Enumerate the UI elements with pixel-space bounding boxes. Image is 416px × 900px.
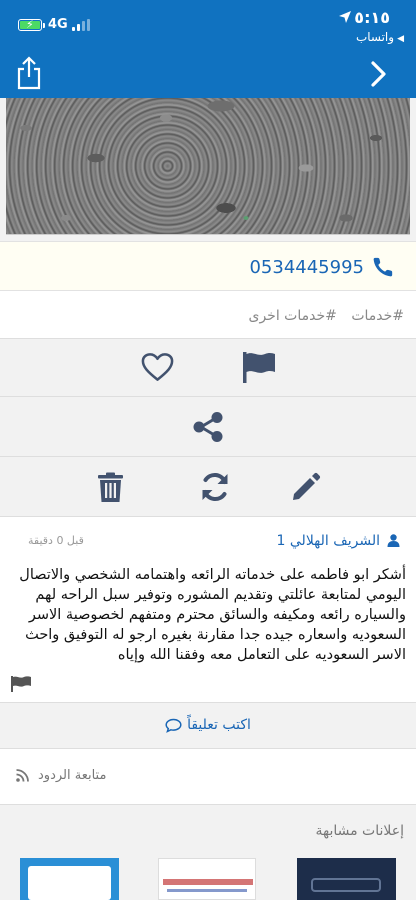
status-time: ٥:١٥: [354, 8, 390, 27]
follow-replies-row[interactable]: متابعة الردود: [0, 749, 416, 805]
similar-ad-thumbnail[interactable]: [158, 858, 256, 900]
comment-text: أشكر ابو فاطمه على خدماته الرائعه واهتما…: [19, 567, 406, 663]
chevron-right-icon[interactable]: [368, 60, 390, 88]
comment-author[interactable]: الشريف الهلالي 1: [277, 533, 380, 549]
similar-ad-thumbnail[interactable]: [297, 858, 396, 900]
tag-link[interactable]: #خدمات اخرى: [249, 308, 337, 324]
status-bar: ⚡ 4G ٥:١٥ ◀واتساب: [0, 0, 416, 52]
location-arrow-icon: [339, 11, 351, 23]
tags-row: #خدمات #خدمات اخرى: [0, 291, 416, 339]
phone-number[interactable]: 0534445995: [249, 257, 364, 278]
follow-replies-label[interactable]: متابعة الردود: [38, 768, 106, 783]
write-comment-label: اكتب تعليقاً: [187, 717, 251, 733]
listing-photo[interactable]: [6, 98, 410, 235]
write-comment-row[interactable]: اكتب تعليقاً: [0, 703, 416, 749]
comment-time: قبل 0 دقيقة: [28, 534, 84, 547]
refresh-icon[interactable]: [199, 471, 231, 503]
write-comment-button[interactable]: اكتب تعليقاً: [165, 717, 251, 733]
rss-icon: [16, 769, 29, 782]
phone-row[interactable]: 0534445995: [0, 241, 416, 291]
back-triangle-icon: ◀: [397, 34, 404, 44]
similar-ad-thumbnail[interactable]: [20, 858, 119, 900]
share-icon[interactable]: [192, 411, 224, 443]
share-export-icon[interactable]: [16, 56, 42, 90]
comment-bubble-icon: [165, 718, 182, 733]
similar-ads-title: إعلانات مشابهة: [315, 823, 405, 839]
phone-icon[interactable]: [372, 256, 394, 278]
signal-icon: [72, 19, 92, 31]
tags-list: #خدمات #خدمات اخرى: [239, 308, 405, 324]
trash-icon[interactable]: [97, 472, 124, 503]
action-row-share: [0, 397, 416, 457]
comment-card: الشريف الهلالي 1 قبل 0 دقيقة أشكر ابو فا…: [0, 517, 416, 703]
action-row-manage: [0, 457, 416, 517]
similar-ads-section: إعلانات مشابهة: [0, 805, 416, 900]
user-icon: [387, 534, 400, 547]
heart-icon[interactable]: [140, 351, 175, 383]
back-to-app-link[interactable]: ◀واتساب: [356, 30, 404, 44]
action-row-favorite-report: [0, 339, 416, 397]
flag-icon[interactable]: [241, 350, 277, 384]
app-header: ⚡ 4G ٥:١٥ ◀واتساب: [0, 0, 416, 98]
edit-pencil-icon[interactable]: [290, 472, 321, 503]
back-app-label: واتساب: [355, 30, 395, 44]
battery-icon: ⚡: [18, 18, 45, 31]
network-type: 4G: [48, 17, 68, 32]
tag-link[interactable]: #خدمات: [351, 308, 404, 324]
report-comment-flag-icon[interactable]: [10, 675, 32, 692]
